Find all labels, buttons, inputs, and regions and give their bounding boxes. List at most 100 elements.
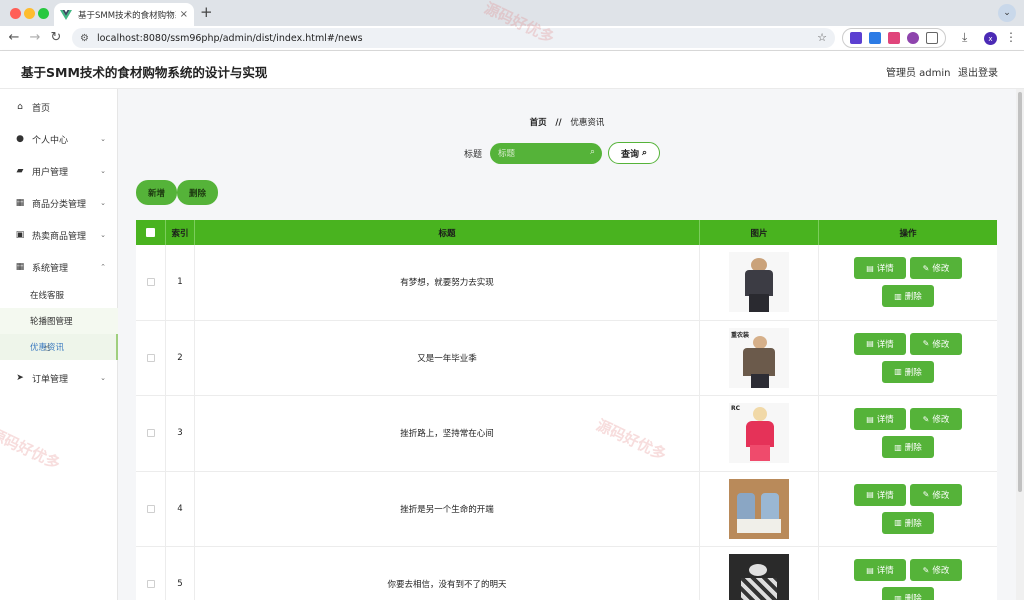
detail-icon: ▤: [866, 263, 874, 273]
trash-icon: ▥: [894, 442, 902, 452]
mouse-pointer-icon: ☝: [44, 343, 51, 354]
sidebar-item-profile[interactable]: ● 个人中心 ⌄: [0, 123, 118, 155]
detail-button[interactable]: ▤ 详情: [854, 483, 906, 506]
detail-button[interactable]: ▤ 详情: [854, 559, 906, 582]
sidebar-subitem-news[interactable]: 优惠资讯: [0, 334, 118, 360]
add-button[interactable]: 新增: [136, 180, 177, 205]
delete-button[interactable]: ▥ 删除: [882, 285, 934, 308]
sidebar-item-hot-goods[interactable]: ▣ 热卖商品管理 ⌄: [0, 219, 118, 251]
site-info-icon[interactable]: ⚙: [80, 33, 89, 44]
browser-tab[interactable]: 基于SMM技术的食材购物系统的设计与实现 ×: [54, 3, 194, 26]
sidebar-item-users[interactable]: ▰ 用户管理 ⌄: [0, 155, 118, 187]
row-thumbnail[interactable]: RC: [729, 403, 789, 464]
row-checkbox-cell: [136, 320, 166, 395]
detail-button[interactable]: ▤ 详情: [854, 332, 906, 355]
detail-button[interactable]: ▤ 详情: [854, 408, 906, 431]
sidebar-subitem-carousel[interactable]: 轮播图管理: [0, 308, 118, 334]
close-window-button[interactable]: [10, 8, 21, 19]
row-checkbox[interactable]: [146, 580, 155, 589]
row-thumbnail[interactable]: [729, 478, 789, 539]
trash-icon: ▥: [894, 291, 902, 301]
row-title: 又是一年毕业季: [195, 320, 700, 395]
title-search-input[interactable]: 标题 ⌕: [490, 142, 603, 164]
action-buttons: 新增 删除: [136, 180, 218, 205]
delete-button-label: 删除: [904, 292, 922, 303]
row-index: 1: [166, 245, 195, 320]
grid-icon: ▦: [15, 198, 25, 208]
edit-button[interactable]: ✎ 修改: [910, 257, 962, 280]
row-image-cell: 重农装: [700, 320, 819, 395]
sidebar-item-category[interactable]: ▦ 商品分类管理 ⌄: [0, 187, 118, 219]
profile-avatar[interactable]: x: [984, 32, 997, 45]
news-table: 索引 标题 图片 操作 1 有梦想，就要努力去实现 ▤ 详情 ✎ 修改 ▥ 删除 2 又是一年毕业…: [136, 220, 997, 600]
edit-button[interactable]: ✎ 修改: [910, 408, 962, 431]
row-checkbox[interactable]: [146, 504, 155, 513]
column-header-index: 索引: [166, 220, 195, 245]
sidebar-item-home[interactable]: ⌂ 首页: [0, 91, 118, 123]
app-title: 基于SMM技术的食材购物系统的设计与实现: [21, 65, 268, 80]
sidebar-item-system[interactable]: ▦ 系统管理 ⌃: [0, 251, 118, 283]
delete-button[interactable]: ▥ 删除: [882, 436, 934, 459]
detail-button-label: 详情: [876, 339, 894, 350]
row-checkbox[interactable]: [146, 429, 155, 438]
delete-button[interactable]: ▥ 删除: [882, 587, 934, 600]
user-icon: ●: [16, 134, 24, 144]
search-placeholder: 标题: [498, 149, 516, 159]
query-button[interactable]: 查询 ⌕: [608, 142, 661, 164]
chevron-down-icon: ⌄: [100, 135, 106, 143]
back-icon[interactable]: ←: [6, 30, 22, 45]
app-header: 基于SMM技术的食材购物系统的设计与实现 管理员 admin 退出登录: [0, 51, 1024, 89]
forward-icon[interactable]: →: [27, 30, 43, 45]
row-checkbox-cell: [136, 547, 166, 600]
sidebar-item-label: 系统管理: [32, 263, 69, 274]
more-menu-icon[interactable]: ⋮: [1005, 30, 1017, 44]
row-checkbox[interactable]: [146, 353, 155, 362]
query-button-label: 查询: [620, 149, 639, 160]
bulk-delete-button[interactable]: 删除: [177, 180, 218, 205]
thumbnail-label: RC: [731, 405, 741, 413]
edit-button[interactable]: ✎ 修改: [910, 332, 962, 355]
logout-link[interactable]: 退出登录: [958, 64, 998, 79]
delete-button[interactable]: ▥ 删除: [882, 360, 934, 383]
tab-close-icon[interactable]: ×: [180, 9, 188, 20]
row-thumbnail[interactable]: [729, 252, 789, 313]
select-all-checkbox[interactable]: [146, 228, 155, 237]
delete-button[interactable]: ▥ 删除: [882, 511, 934, 534]
edit-button-label: 修改: [932, 415, 950, 426]
edit-button[interactable]: ✎ 修改: [910, 559, 962, 582]
edit-button-label: 修改: [932, 490, 950, 501]
breadcrumb-home[interactable]: 首页: [530, 118, 547, 128]
user-manage-icon: ▰: [16, 166, 24, 176]
reload-icon[interactable]: ↻: [48, 30, 64, 45]
minimize-window-button[interactable]: [24, 8, 35, 19]
row-thumbnail[interactable]: [729, 554, 789, 600]
detail-button[interactable]: ▤ 详情: [854, 257, 906, 280]
detail-icon: ▤: [866, 339, 874, 349]
new-tab-button[interactable]: +: [200, 3, 213, 21]
download-icon[interactable]: ⤓: [962, 30, 967, 45]
admin-label: 管理员 admin: [886, 68, 951, 79]
detail-icon: ▤: [866, 414, 874, 424]
tab-search-button[interactable]: ⌄: [998, 4, 1016, 22]
bookmark-icon[interactable]: ☆: [817, 31, 827, 44]
extension-icon[interactable]: [906, 32, 919, 44]
table-row: 5 你要去相信，没有到不了的明天 ▤ 详情 ✎ 修改 ▥ 删除: [136, 547, 997, 600]
puzzle-icon[interactable]: [925, 32, 938, 44]
scrollbar-thumb[interactable]: [1018, 92, 1022, 492]
row-checkbox[interactable]: [146, 278, 155, 287]
edit-button[interactable]: ✎ 修改: [910, 483, 962, 506]
extension-icon[interactable]: [850, 32, 863, 44]
table-row: 2 又是一年毕业季 重农装 ▤ 详情 ✎ 修改 ▥ 删除: [136, 320, 997, 396]
url-field[interactable]: ⚙ localhost:8080/ssm96php/admin/dist/ind…: [72, 28, 835, 48]
row-thumbnail[interactable]: 重农装: [729, 327, 789, 388]
extension-icon[interactable]: [887, 32, 900, 44]
maximize-window-button[interactable]: [38, 8, 49, 19]
breadcrumb-separator: //: [555, 118, 562, 128]
row-image-cell: [700, 471, 819, 546]
sidebar-item-orders[interactable]: ➤ 订单管理 ⌄: [0, 362, 118, 394]
url-text: localhost:8080/ssm96php/admin/dist/index…: [96, 32, 363, 44]
breadcrumb: 首页 // 优惠资讯: [118, 116, 1016, 128]
sidebar-subitem-chat[interactable]: 在线客服: [0, 282, 118, 308]
extension-icon[interactable]: [869, 32, 882, 44]
chevron-down-icon: ⌄: [100, 199, 106, 207]
